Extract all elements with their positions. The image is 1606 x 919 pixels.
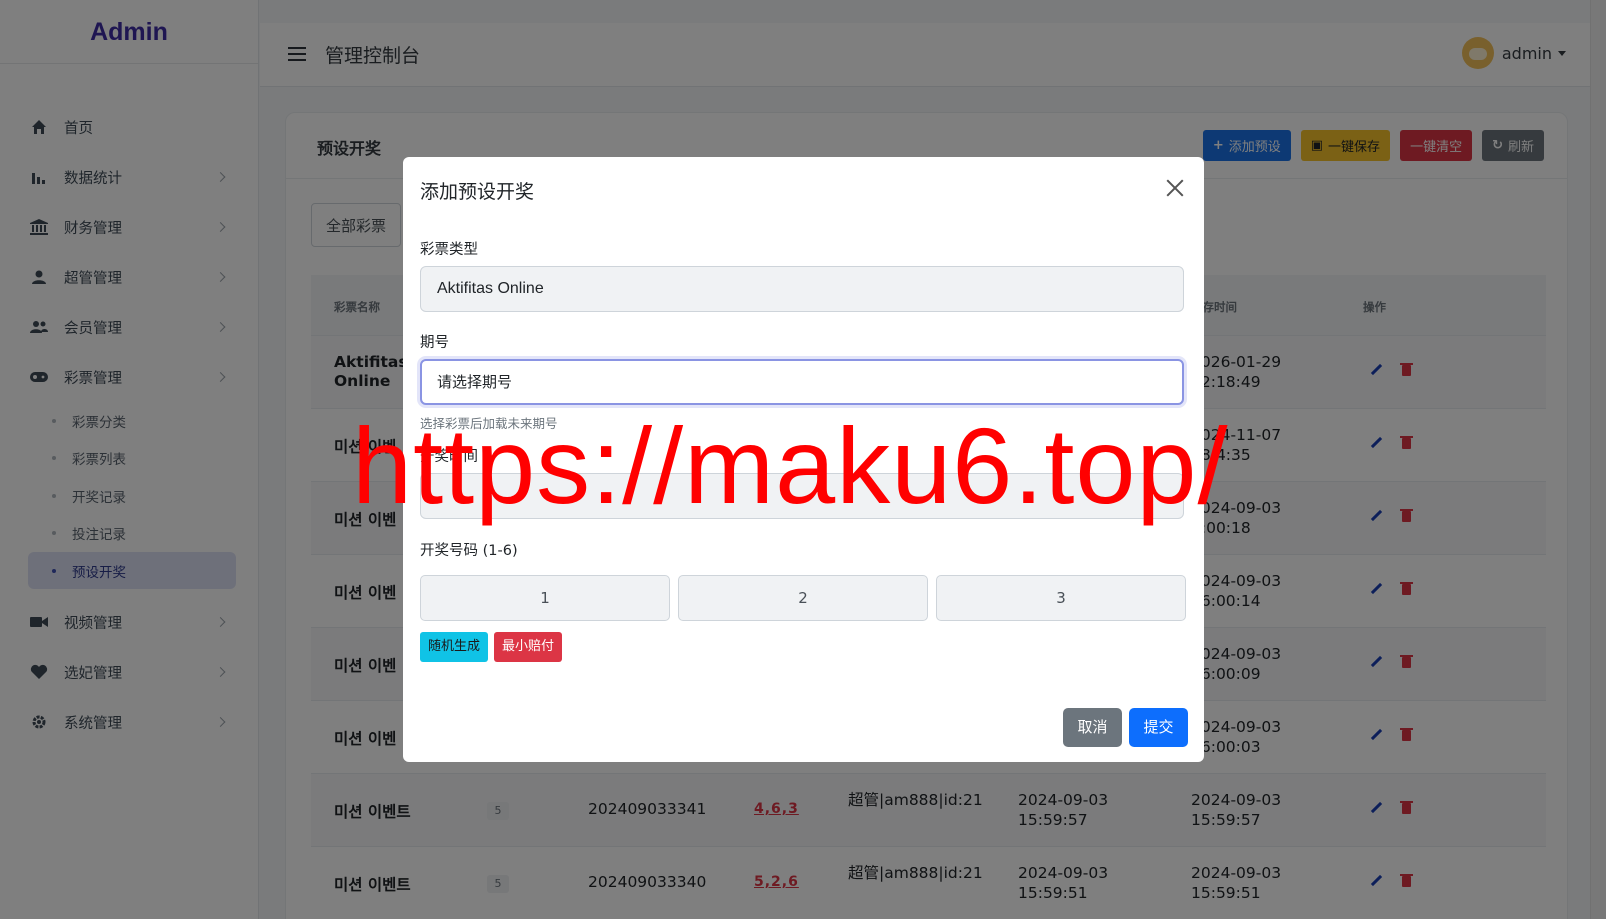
number-input-3[interactable]: 3: [936, 575, 1186, 621]
close-icon[interactable]: [1166, 179, 1184, 197]
submit-button[interactable]: 提交: [1129, 708, 1188, 747]
number-input-2[interactable]: 2: [678, 575, 928, 621]
modal-title: 添加预设开奖: [420, 181, 535, 203]
watermark-text: https://maku6.top/: [352, 405, 1229, 526]
lottery-type-label: 彩票类型: [420, 242, 478, 258]
period-select[interactable]: 请选择期号: [420, 359, 1184, 405]
cancel-button[interactable]: 取消: [1063, 708, 1122, 747]
number-input-1[interactable]: 1: [420, 575, 670, 621]
numbers-label: 开奖号码 (1-6): [420, 543, 518, 559]
random-generate-button[interactable]: 随机生成: [420, 632, 489, 662]
period-label: 期号: [420, 335, 449, 351]
min-payout-button[interactable]: 最小赔付: [494, 632, 563, 662]
lottery-type-select[interactable]: Aktifitas Online: [420, 266, 1184, 312]
